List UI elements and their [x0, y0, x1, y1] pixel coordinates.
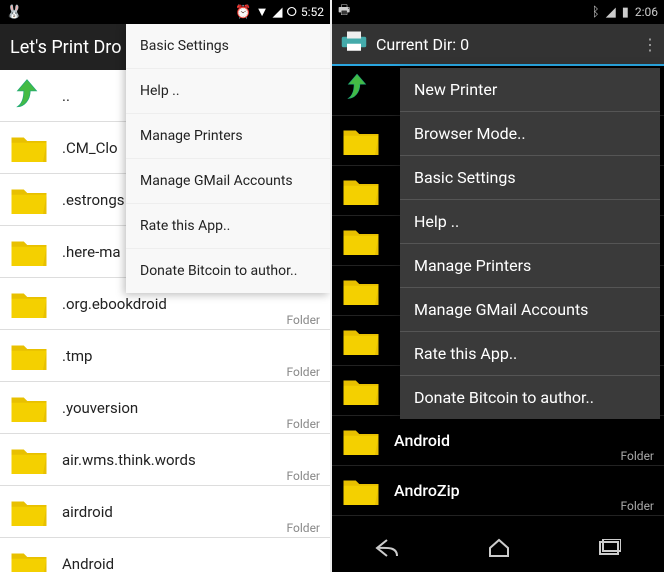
- statusbar-left: 🐰 ⏰ ▼ ◢ ⭘ 5:52: [0, 0, 330, 24]
- folder-icon: [340, 420, 382, 462]
- folder-icon: [340, 170, 382, 212]
- bluetooth-icon: ᛒ: [592, 5, 600, 20]
- item-name: .org.ebookdroid: [62, 295, 167, 313]
- item-name: .here-ma: [62, 243, 121, 261]
- phone-left: 🐰 ⏰ ▼ ◢ ⭘ 5:52 Let's Print Dro .. .CM_Clo…: [0, 0, 332, 572]
- menu-item[interactable]: Donate Bitcoin to author..: [400, 376, 660, 419]
- item-name: Android: [394, 431, 450, 450]
- statusbar-time: 2:06: [635, 5, 658, 19]
- menu-item[interactable]: New Printer: [400, 68, 660, 112]
- menu-item[interactable]: Help ..: [126, 69, 330, 114]
- up-arrow-icon: [8, 75, 50, 117]
- item-name: AndroZip: [394, 481, 460, 500]
- folder-icon: [8, 335, 50, 377]
- menu-item[interactable]: Manage GMail Accounts: [126, 159, 330, 204]
- item-name: .CM_Clo: [62, 139, 118, 157]
- folder-icon: [340, 320, 382, 362]
- overflow-menu-right: New PrinterBrowser Mode..Basic SettingsH…: [400, 68, 660, 419]
- item-type-label: Folder: [287, 417, 320, 431]
- statusbar-time: 5:52: [301, 5, 324, 19]
- menu-item[interactable]: Manage Printers: [126, 114, 330, 159]
- item-type-label: Folder: [621, 449, 654, 463]
- folder-icon: [340, 370, 382, 412]
- folder-icon: [8, 491, 50, 533]
- folder-icon: [340, 120, 382, 162]
- navbar: [332, 528, 664, 572]
- folder-icon: [8, 387, 50, 429]
- menu-item[interactable]: Manage Printers: [400, 244, 660, 288]
- phone-right: 🖶 ᛒ ◢ ▮ 2:06 Current Dir: 0 ⋮ Android Fol…: [332, 0, 664, 572]
- wifi-icon: ▼: [256, 4, 269, 20]
- folder-icon: [8, 283, 50, 325]
- app-title: Let's Print Dro: [10, 37, 121, 58]
- menu-item[interactable]: Rate this App..: [400, 332, 660, 376]
- folder-icon: [340, 470, 382, 512]
- back-button[interactable]: [375, 538, 401, 562]
- battery-icon: ▮: [622, 5, 629, 20]
- folder-icon: [340, 220, 382, 262]
- menu-item[interactable]: Donate Bitcoin to author..: [126, 249, 330, 293]
- item-type-label: Folder: [287, 313, 320, 327]
- item-name: .youversion: [62, 399, 138, 417]
- item-name: .estrongs: [62, 191, 125, 209]
- item-type-label: Folder: [287, 469, 320, 483]
- list-item[interactable]: .tmp Folder: [0, 330, 330, 382]
- menu-item[interactable]: Rate this App..: [126, 204, 330, 249]
- power-icon: ⭘: [286, 5, 296, 20]
- item-name: .tmp: [62, 347, 92, 365]
- list-item[interactable]: airdroid Folder: [0, 486, 330, 538]
- overflow-button[interactable]: ⋮: [642, 24, 658, 64]
- app-title: Current Dir: 0: [376, 35, 469, 54]
- menu-item[interactable]: Basic Settings: [400, 156, 660, 200]
- item-type-label: Folder: [621, 499, 654, 513]
- item-name: Android: [62, 555, 114, 572]
- up-arrow-icon: [340, 70, 382, 112]
- item-name: airdroid: [62, 503, 113, 521]
- item-name: air.wms.think.words: [62, 451, 196, 469]
- overflow-menu-left: Basic SettingsHelp ..Manage PrintersMana…: [126, 24, 330, 293]
- print-status-icon: 🖶: [338, 1, 350, 23]
- signal-icon: ◢: [272, 5, 282, 20]
- bunny-icon: 🐰: [6, 5, 22, 20]
- folder-icon: [8, 543, 50, 572]
- item-name: ..: [62, 87, 70, 105]
- menu-item[interactable]: Help ..: [400, 200, 660, 244]
- list-item[interactable]: air.wms.think.words Folder: [0, 434, 330, 486]
- appbar-right: Current Dir: 0 ⋮: [332, 24, 664, 66]
- menu-item[interactable]: Basic Settings: [126, 24, 330, 69]
- folder-icon: [8, 179, 50, 221]
- signal-icon: ◢: [606, 5, 616, 20]
- home-button[interactable]: [487, 538, 511, 562]
- item-type-label: Folder: [287, 521, 320, 535]
- menu-item[interactable]: Browser Mode..: [400, 112, 660, 156]
- printer-icon: [340, 31, 368, 57]
- list-item[interactable]: .youversion Folder: [0, 382, 330, 434]
- folder-icon: [340, 270, 382, 312]
- folder-icon: [8, 231, 50, 273]
- folder-icon: [8, 439, 50, 481]
- menu-item[interactable]: Manage GMail Accounts: [400, 288, 660, 332]
- item-type-label: Folder: [287, 365, 320, 379]
- statusbar-right: 🖶 ᛒ ◢ ▮ 2:06: [332, 0, 664, 24]
- folder-icon: [8, 127, 50, 169]
- alarm-icon: ⏰: [235, 5, 251, 20]
- list-item[interactable]: AndroidFolder: [0, 538, 330, 572]
- recents-button[interactable]: [597, 539, 621, 561]
- list-item[interactable]: AndroZip Folder: [332, 466, 664, 516]
- list-item[interactable]: Android Folder: [332, 416, 664, 466]
